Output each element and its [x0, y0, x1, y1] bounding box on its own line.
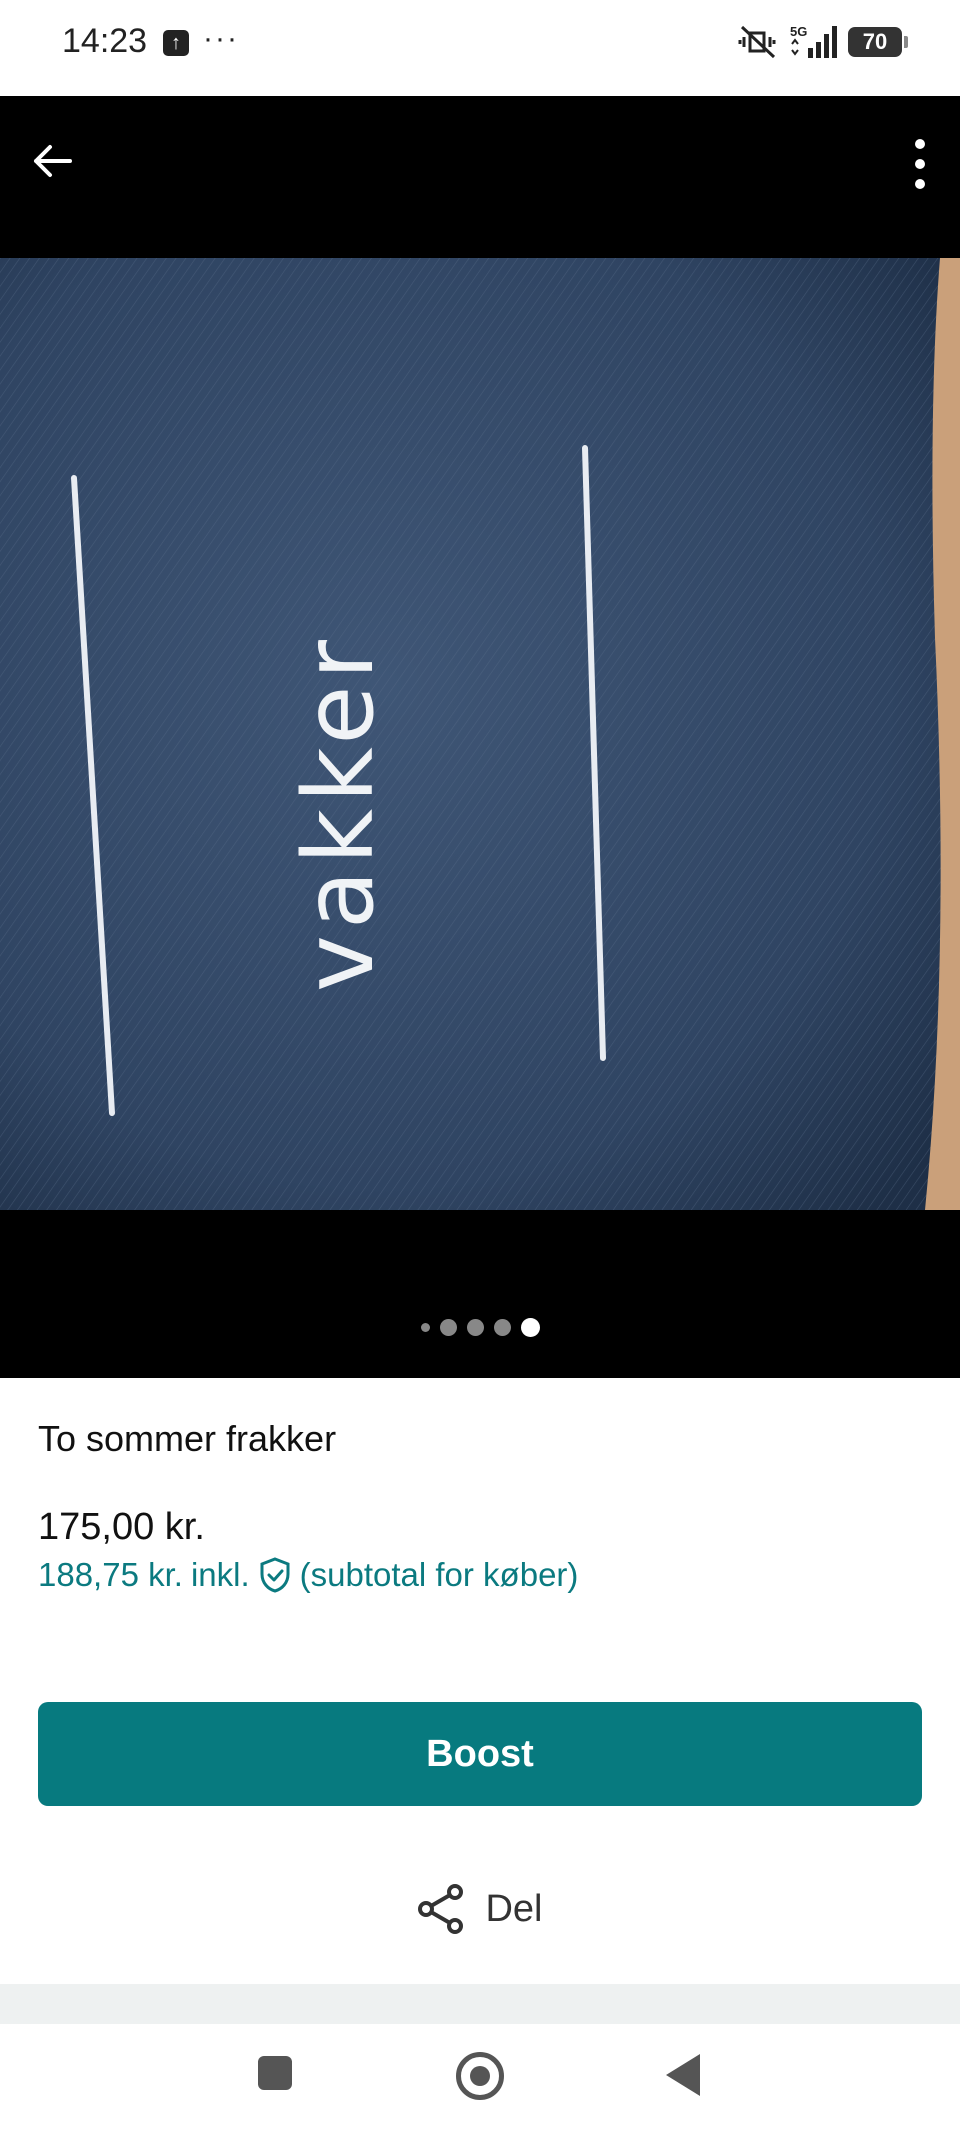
buyer-subtotal[interactable]: 188,75 kr. inkl. (subtotal for køber) — [38, 1556, 578, 1594]
shield-check-icon — [260, 1557, 290, 1593]
more-options-icon[interactable] — [910, 134, 930, 194]
more-notifications-icon: ··· — [203, 22, 239, 55]
subtotal-incl: inkl. — [190, 1556, 250, 1593]
image-bottom-bar — [0, 1210, 960, 1378]
vibrate-off-icon — [738, 25, 776, 59]
pager-dot[interactable] — [439, 1319, 457, 1336]
boost-button[interactable]: Boost — [38, 1702, 922, 1806]
status-bar: 14:23 ↑ ··· 5G 70 — [0, 0, 960, 96]
product-image[interactable]: vakker — [0, 258, 960, 1210]
home-button[interactable] — [456, 2052, 504, 2100]
status-time: 14:23 — [62, 22, 148, 60]
pager-dot[interactable] — [493, 1319, 511, 1336]
share-label: Del — [485, 1887, 543, 1930]
image-top-bar — [0, 96, 960, 258]
listing-title: To sommer frakker — [38, 1418, 337, 1459]
share-icon — [418, 1884, 464, 1934]
system-navigation-bar — [0, 2024, 960, 2134]
listing-price: 175,00 kr. — [38, 1506, 205, 1548]
pager-dot-active[interactable] — [520, 1318, 540, 1337]
image-text: vakker — [283, 634, 395, 992]
pager-dot[interactable] — [466, 1319, 484, 1336]
listing-details: To sommer frakker 175,00 kr. 188,75 kr. … — [0, 1378, 960, 1984]
network-label: 5G — [790, 24, 807, 39]
back-arrow-icon[interactable] — [28, 136, 78, 186]
battery-indicator: 70 — [848, 27, 908, 57]
pager-dot[interactable] — [420, 1323, 430, 1332]
recent-apps-button[interactable] — [258, 2056, 292, 2090]
product-photo-graphic: vakker — [0, 258, 960, 1210]
status-icons: 5G 70 — [738, 24, 908, 60]
image-pager[interactable] — [0, 1318, 960, 1337]
signal-icon: 5G — [790, 24, 837, 58]
subtotal-note: (subtotal for køber) — [299, 1556, 579, 1593]
upload-icon: ↑ — [163, 30, 189, 56]
share-button[interactable]: Del — [0, 1883, 960, 1935]
system-back-button[interactable] — [666, 2054, 700, 2096]
battery-level: 70 — [862, 29, 888, 54]
section-divider — [0, 1984, 960, 2024]
subtotal-price: 188,75 kr. — [38, 1556, 183, 1593]
